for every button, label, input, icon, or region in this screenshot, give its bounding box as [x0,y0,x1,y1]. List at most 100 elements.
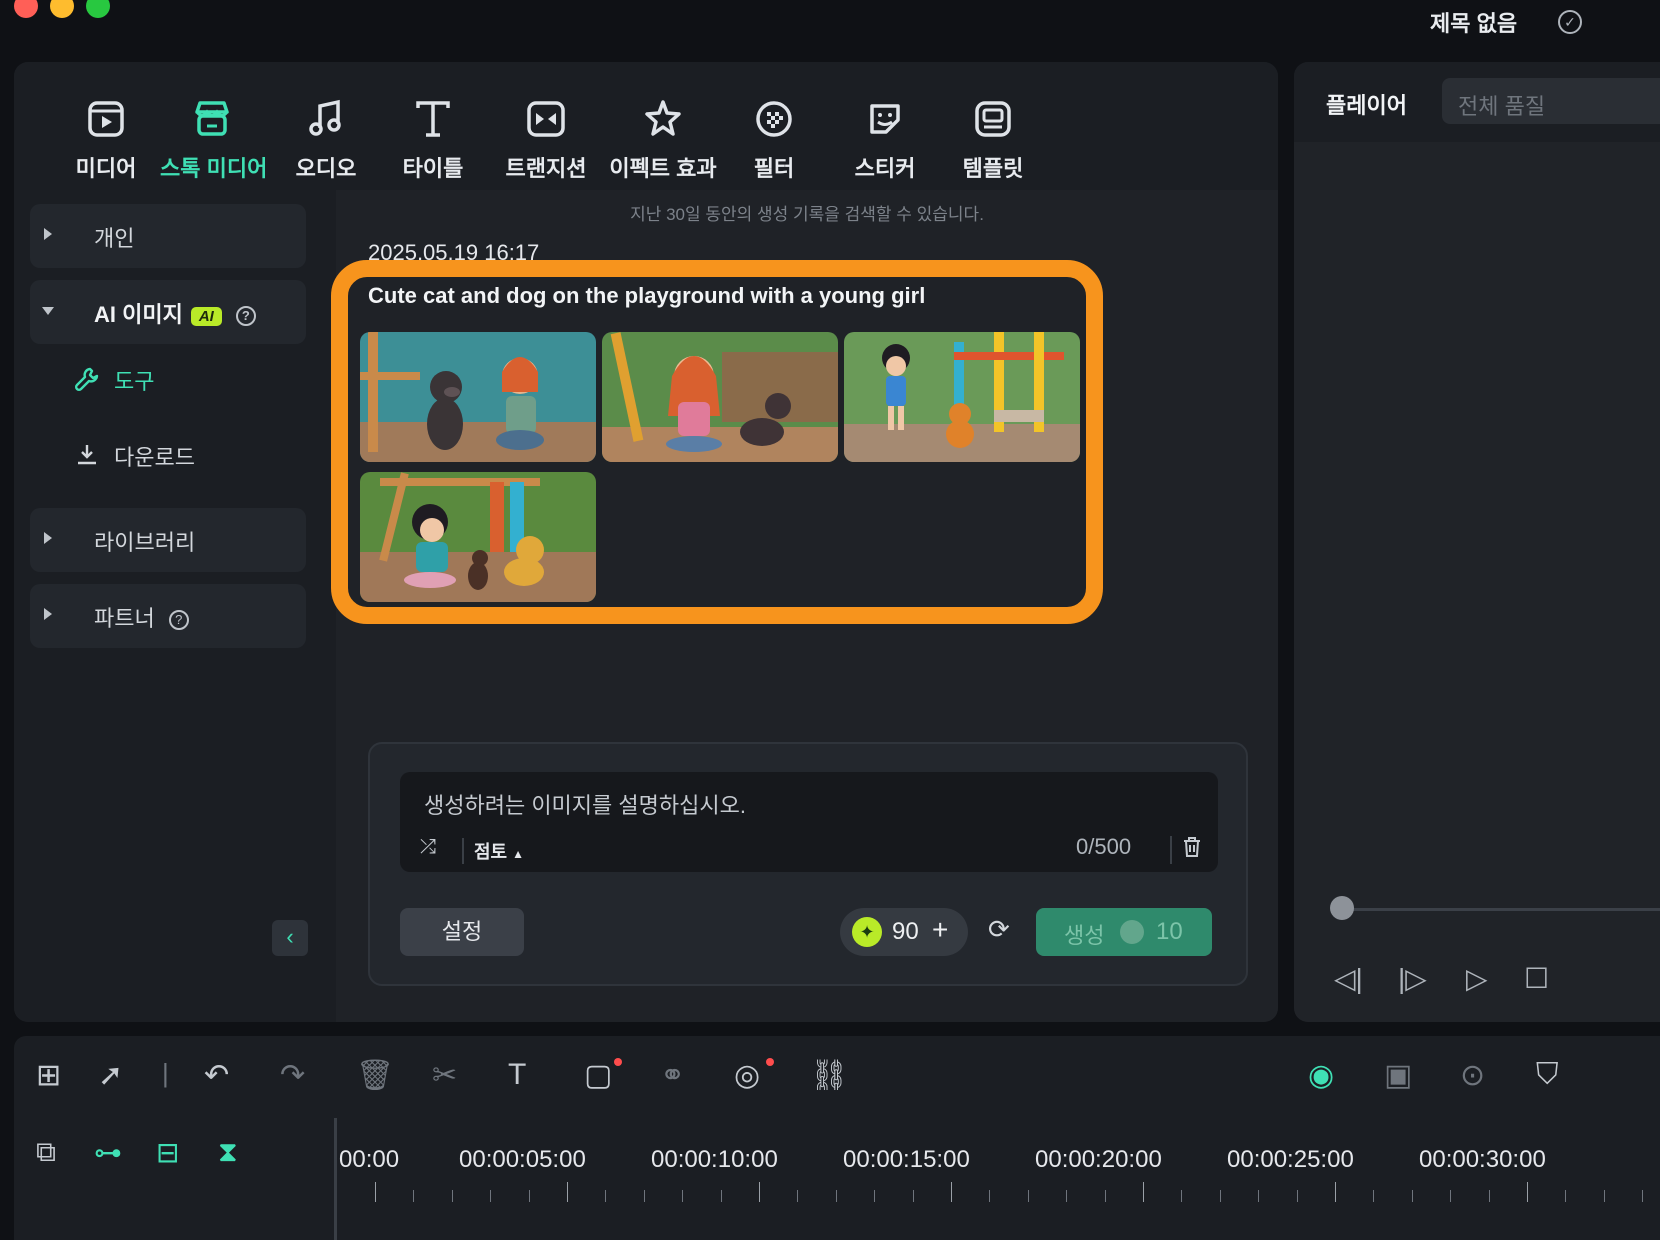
timecode: 00:00:15:00 [843,1146,970,1173]
layout-grid-icon[interactable]: ⊞ [36,1058,61,1093]
credit-balance[interactable]: ✦ 90 + [840,908,968,956]
shield-icon[interactable]: ⛉ [1536,1058,1559,1092]
refresh-icon[interactable]: ⟳ [988,914,1010,945]
ruler-tick [643,1190,645,1202]
snap-icon[interactable]: ⧗ [218,1136,238,1169]
media-icon [88,101,124,137]
stock-store-icon [195,101,229,136]
tab-templates[interactable]: 템플릿 [958,98,1028,183]
previous-frame-icon[interactable]: ◁| [1334,962,1363,995]
help-icon[interactable]: ? [235,306,256,327]
sidebar-item-personal[interactable]: 개인 [30,204,306,268]
ai-assistant-icon[interactable]: ◉ [1308,1058,1334,1093]
media-panel: 미디어 스톡 미디어 오디오 타이틀 트랜지션 이펙트 효과 필터 스티커 템플… [14,62,1278,1022]
sidebar-item-library[interactable]: 라이브러리 [30,508,306,572]
track-controls: ⧉ ⊶ ⊟ ⧗ [14,1118,334,1240]
auto-ripple-icon[interactable]: ⊟ [156,1136,179,1169]
tab-media[interactable]: 미디어 [68,98,144,183]
project-title[interactable]: 제목 없음 [1430,6,1517,38]
minimize-window-button[interactable] [50,0,74,18]
ruler-tick [1219,1190,1221,1202]
divider: | [162,1058,169,1088]
tab-media-label: 미디어 [75,156,137,181]
sidebar-subitem-tools[interactable]: 도구 [74,366,154,398]
ruler-tick [682,1190,684,1202]
generated-image-thumbnail[interactable] [602,332,838,462]
player-preview [1294,142,1660,1022]
playhead-knob[interactable] [1330,896,1354,920]
tab-stickers[interactable]: 스티커 [850,98,920,183]
caret-up-icon: ▲ [512,847,525,861]
ai-audio-icon[interactable]: ◎ [734,1058,760,1093]
player-panel: 플레이어 전체 품질 ◁| |▷ ▷ ☐ [1294,62,1660,1022]
ruler-tick [1066,1190,1068,1202]
shuffle-icon[interactable]: ⤮ [420,836,436,859]
close-window-button[interactable] [14,0,38,18]
generated-image-thumbnail[interactable] [360,332,596,462]
tab-titles[interactable]: 타이틀 [398,98,468,183]
sidebar-item-ai-image[interactable]: AI 이미지 AI? [30,280,306,344]
quality-select[interactable]: 전체 품질 [1442,78,1660,124]
style-select[interactable]: 점토 ▲ [462,838,524,864]
ruler-tick [1143,1182,1144,1202]
camera-effect-icon[interactable]: ▣ [1384,1058,1412,1093]
text-tool-icon[interactable]: T [508,1058,526,1092]
ruler-tick [720,1190,722,1202]
unlink-icon[interactable]: ⛓ [810,1058,848,1093]
next-frame-icon[interactable]: |▷ [1398,962,1427,995]
ruler-tick [797,1190,799,1202]
prompt-input[interactable]: 생성하려는 이미지를 설명하십시오. ⤮ 점토 ▲ 0/500 [400,772,1218,872]
timeline-ruler[interactable]: 00:00 00:00:05:00 00:00:10:00 00:00:15:0… [334,1118,1660,1240]
stop-icon[interactable]: ☐ [1524,962,1549,995]
music-note-icon [309,99,341,136]
generated-image-thumbnail[interactable] [360,472,596,602]
settings-button[interactable]: 설정 [400,908,524,956]
ruler-tick [1181,1190,1183,1202]
timecode: 00:00:10:00 [651,1146,778,1173]
ruler-tick [989,1190,991,1202]
select-arrow-icon[interactable]: ➚ [98,1058,123,1093]
ruler-tick [1411,1190,1413,1202]
tab-transitions[interactable]: 트랜지션 [500,98,592,183]
clear-trash-icon[interactable] [1170,836,1202,864]
timecode: 00:00 [339,1146,400,1173]
title-t-icon [416,101,450,137]
generated-prompt-title: Cute cat and dog on the playground with … [368,283,926,308]
sidebar-subitem-download[interactable]: 다운로드 [74,442,195,474]
ruler-tick [375,1182,376,1202]
play-icon[interactable]: ▷ [1466,962,1488,995]
playback-scrubber[interactable] [1342,908,1660,911]
help-icon[interactable]: ? [168,610,189,631]
expand-arrow-icon [44,532,52,544]
collapse-sidebar-button[interactable]: ‹ [272,920,308,956]
tab-filters[interactable]: 필터 [744,98,804,183]
color-circles-icon[interactable]: ⚭ [660,1058,685,1093]
new-badge-dot [614,1058,622,1066]
link-clips-icon[interactable]: ⊶ [94,1136,122,1169]
tab-stock-media-label: 스톡 미디어 [160,156,268,181]
maximize-window-button[interactable] [86,0,110,18]
scissors-icon[interactable]: ✂ [432,1058,457,1093]
sidebar-item-label-wrap: 파트너? [94,601,189,633]
ruler-tick [528,1190,530,1202]
sidebar-item-partner[interactable]: 파트너? [30,584,306,648]
ruler-tick [1488,1190,1490,1202]
add-track-icon[interactable]: ⧉ [36,1136,56,1169]
tab-effects[interactable]: 이펙트 효과 [608,98,718,183]
timecode: 00:00:20:00 [1035,1146,1162,1173]
new-badge-dot [766,1058,774,1066]
render-preview-icon[interactable]: ⊙ [1460,1058,1485,1093]
crop-icon[interactable]: ▢ [584,1058,612,1093]
ruler-tick [1450,1190,1452,1202]
expand-arrow-icon [44,228,52,240]
tab-audio[interactable]: 오디오 [292,98,360,183]
credit-coin-icon [1120,920,1144,944]
delete-icon[interactable]: 🗑 [356,1058,394,1093]
undo-icon[interactable]: ↶ [204,1058,229,1093]
redo-icon[interactable]: ↷ [280,1058,305,1093]
timeline-area: ⧉ ⊶ ⊟ ⧗ 00:00 00:00:05:00 00:00:10:00 00… [14,1118,1660,1240]
ruler-tick [835,1190,837,1202]
generated-image-thumbnail[interactable] [844,332,1080,462]
tab-stock-media[interactable]: 스톡 미디어 [160,98,268,183]
generate-button[interactable]: 생성 10 [1036,908,1212,956]
